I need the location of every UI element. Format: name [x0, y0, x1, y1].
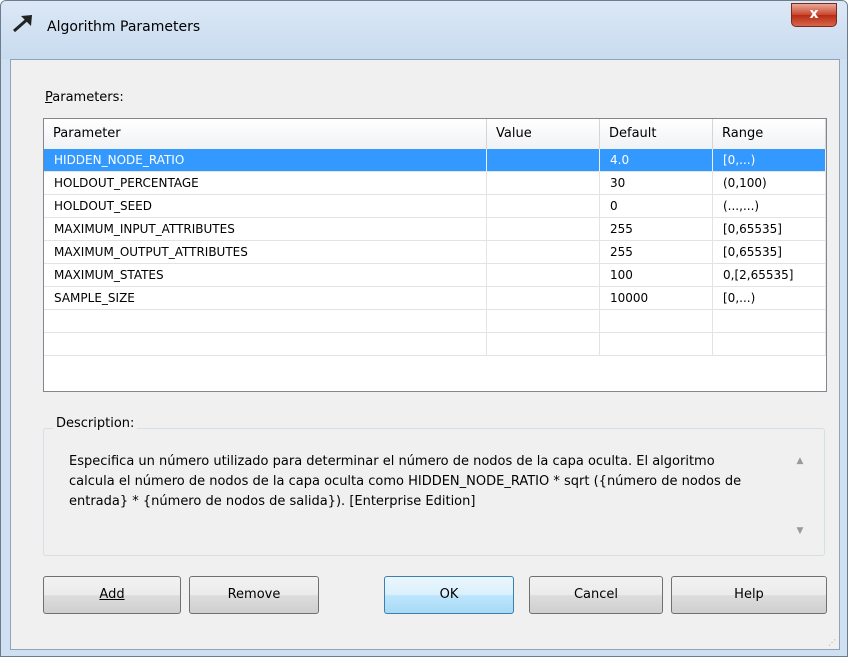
table-cell-range: [0,65535]	[713, 218, 826, 240]
ok-button[interactable]: OK	[384, 576, 514, 614]
remove-button[interactable]: Remove	[189, 576, 319, 614]
help-button[interactable]: Help	[671, 576, 827, 614]
table-cell-parameter: HOLDOUT_PERCENTAGE	[44, 172, 487, 194]
table-cell-range: (...,...)	[713, 195, 826, 217]
table-cell-parameter: HIDDEN_NODE_RATIO	[44, 149, 487, 171]
table-row[interactable]: HOLDOUT_SEED 0 (...,...)	[44, 195, 826, 218]
resize-grip-icon[interactable]: ⋰	[828, 638, 838, 648]
table-row[interactable]: MAXIMUM_OUTPUT_ATTRIBUTES 255 [0,65535]	[44, 241, 826, 264]
close-button[interactable]: x	[791, 3, 837, 27]
description-label: Description:	[53, 416, 138, 431]
table-row[interactable]: HIDDEN_NODE_RATIO 4.0 [0,...)	[44, 149, 826, 172]
dialog-window: Algorithm Parameters x Parameters: Param…	[0, 0, 848, 657]
table-cell-default: 255	[600, 218, 713, 240]
table-cell-value[interactable]	[487, 172, 600, 194]
ok-button-label: OK	[439, 587, 459, 602]
add-button[interactable]: Add	[43, 576, 181, 614]
table-cell-value[interactable]	[487, 195, 600, 217]
column-header-range[interactable]: Range	[713, 119, 826, 149]
window-title: Algorithm Parameters	[47, 19, 201, 35]
table-cell-value[interactable]	[487, 333, 600, 355]
table-cell-range: (0,100)	[713, 172, 826, 194]
table-cell-range: [0,...)	[713, 287, 826, 309]
table-cell-parameter: MAXIMUM_INPUT_ATTRIBUTES	[44, 218, 487, 240]
grid-header: Parameter Value Default Range	[44, 119, 826, 150]
description-text: Especifica un número utilizado para dete…	[69, 454, 742, 509]
title-bar[interactable]: Algorithm Parameters x	[1, 1, 847, 59]
table-cell-default: 100	[600, 264, 713, 286]
table-cell-range: [0,...)	[713, 149, 826, 171]
table-cell-parameter: HOLDOUT_SEED	[44, 195, 487, 217]
table-row[interactable]: MAXIMUM_INPUT_ATTRIBUTES 255 [0,65535]	[44, 218, 826, 241]
table-cell-parameter	[44, 310, 487, 332]
dialog-client-area: Parameters: Parameter Value Default Rang…	[10, 59, 840, 650]
column-header-default[interactable]: Default	[600, 119, 713, 149]
algorithm-arrow-icon	[13, 15, 32, 33]
cancel-button-label: Cancel	[573, 587, 619, 602]
remove-button-label: Remove	[227, 587, 281, 602]
table-cell-default: 30	[600, 172, 713, 194]
table-cell-parameter: SAMPLE_SIZE	[44, 287, 487, 309]
table-cell-value[interactable]	[487, 287, 600, 309]
table-cell-parameter	[44, 333, 487, 355]
help-button-label: Help	[734, 587, 764, 602]
table-row[interactable]: SAMPLE_SIZE 10000 [0,...)	[44, 287, 826, 310]
table-cell-value[interactable]	[487, 241, 600, 263]
table-cell-default: 10000	[600, 287, 713, 309]
table-cell-value[interactable]	[487, 149, 600, 171]
table-cell-range	[713, 333, 826, 355]
table-cell-parameter: MAXIMUM_STATES	[44, 264, 487, 286]
table-cell-value[interactable]	[487, 218, 600, 240]
table-cell-value[interactable]	[487, 264, 600, 286]
scroll-down-arrow-icon[interactable]: ▼	[794, 526, 806, 536]
parameters-grid[interactable]: Parameter Value Default Range HIDDEN_NOD…	[43, 118, 827, 392]
table-cell-parameter: MAXIMUM_OUTPUT_ATTRIBUTES	[44, 241, 487, 263]
scroll-up-arrow-icon[interactable]: ▲	[794, 456, 806, 466]
column-header-value[interactable]: Value	[487, 119, 600, 149]
add-button-label: Add	[99, 587, 125, 602]
table-cell-default: 0	[600, 195, 713, 217]
cancel-button[interactable]: Cancel	[529, 576, 663, 614]
table-cell-range	[713, 310, 826, 332]
table-row[interactable]	[44, 310, 826, 333]
table-row[interactable]: HOLDOUT_PERCENTAGE 30 (0,100)	[44, 172, 826, 195]
parameters-label-rest: arameters:	[52, 90, 124, 105]
table-cell-default	[600, 333, 713, 355]
table-cell-default: 4.0	[600, 149, 713, 171]
table-cell-default: 255	[600, 241, 713, 263]
column-header-parameter[interactable]: Parameter	[44, 119, 487, 149]
table-cell-default	[600, 310, 713, 332]
table-cell-value[interactable]	[487, 310, 600, 332]
table-cell-range: [0,65535]	[713, 241, 826, 263]
table-cell-range: 0,[2,65535]	[713, 264, 826, 286]
table-row[interactable]: MAXIMUM_STATES 100 0,[2,65535]	[44, 264, 826, 287]
parameters-label: Parameters:	[45, 90, 124, 105]
table-row[interactable]	[44, 333, 826, 356]
